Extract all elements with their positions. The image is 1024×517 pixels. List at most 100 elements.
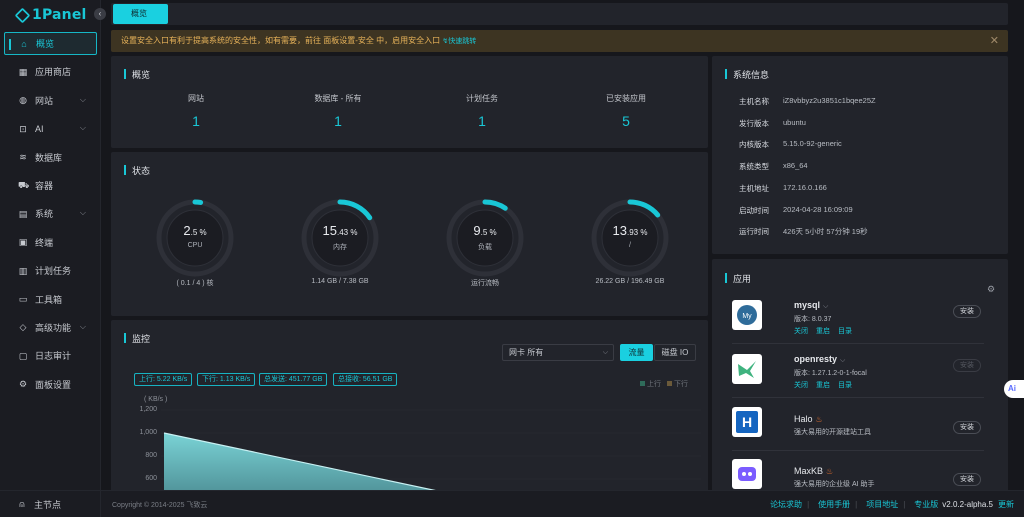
chevron-down-icon: ⌵ [602, 349, 608, 356]
app-version: 强大易用的企业级 AI 助手 [794, 481, 875, 488]
gauge-value: 13.93 % [589, 223, 671, 238]
app-action-link[interactable]: 目录 [838, 382, 852, 389]
sidebar-item[interactable]: ▭ 工具箱 [4, 288, 97, 311]
sysinfo-row: 发行版本 ubuntu [739, 118, 806, 129]
diamond-icon: ◇ [19, 322, 27, 333]
apps-settings-icon[interactable]: ⚙ [987, 284, 995, 295]
overview-stat[interactable]: 已安装应用 5 [561, 93, 691, 129]
tab-overview[interactable]: 概览 [113, 4, 168, 24]
app-item: MaxKB ♨ 强大易用的企业级 AI 助手 安装 [712, 455, 1007, 492]
robot-icon: ⊡ [19, 123, 27, 134]
toolbox-icon: ▭ [18, 294, 28, 305]
ai-assistant-button[interactable]: Ai [1004, 380, 1024, 398]
legend-item[interactable]: 下行 [667, 379, 688, 389]
sysinfo-row: 系统类型 x86_64 [739, 161, 808, 172]
mysql-icon[interactable]: My [732, 300, 762, 330]
svg-text:H: H [742, 414, 752, 430]
app-name[interactable]: MaxKB ♨ [794, 466, 833, 476]
app-install-button[interactable]: 安装 [953, 359, 981, 372]
upload-area-series [164, 433, 443, 492]
sysinfo-key: 系统类型 [739, 162, 769, 172]
status-gauge: 13.93 % / [589, 197, 671, 279]
overview-stat-value: 1 [334, 113, 342, 129]
sidebar-item[interactable]: ≋ 数据库 [4, 146, 97, 169]
legend-item[interactable]: 上行 [640, 379, 661, 389]
sysinfo-key: 主机地址 [739, 183, 769, 193]
y-axis-unit: ( KB/s ) [144, 396, 168, 403]
gauge-value-int: 9 [473, 223, 481, 238]
footer-link-project[interactable]: 项目地址 [866, 499, 898, 510]
sidebar-item-label: 应用商店 [35, 67, 72, 78]
version-label: v2.0.2-alpha.5 [942, 500, 993, 509]
app-install-button[interactable]: 安装 [953, 421, 981, 434]
footer-link-manual[interactable]: 使用手册 [818, 499, 850, 510]
app-name[interactable]: openresty ⌵ [794, 354, 845, 365]
collapse-sidebar-button[interactable]: ‹ [94, 8, 106, 20]
sidebar-item[interactable]: ▢ 日志审计 [4, 344, 97, 367]
node-switcher[interactable]: ⍝ 主节点 [0, 490, 101, 517]
app-item: openresty ⌵ 版本: 1.27.1.2-0-1-focal 关闭 重启 目录 安装 [712, 350, 1007, 404]
halo-icon[interactable]: H [732, 407, 762, 437]
notice-text: 设置安全入口有利于提高系统的安全性，如有需要，前往 面板设置-安全 中，启用安全… [121, 36, 441, 45]
traffic-button[interactable]: 流量 [620, 344, 653, 361]
gauge-label: CPU [187, 242, 203, 249]
gauge-value: 15.43 % [299, 223, 381, 238]
traffic-chart [161, 409, 701, 492]
app-action-link[interactable]: 关闭 [794, 382, 808, 389]
disk-io-button[interactable]: 磁盘 IO [654, 344, 696, 361]
openresty-icon[interactable] [732, 354, 762, 384]
maxkb-icon[interactable] [732, 459, 762, 489]
settings-icon: ⚙ [18, 379, 28, 390]
footer-separator: | [855, 500, 858, 509]
database-icon: ≋ [19, 152, 27, 163]
gauge-value-int: 13 [612, 223, 627, 238]
close-icon[interactable]: ✕ [990, 30, 999, 52]
notice-link[interactable]: ↯快速跳转 [442, 38, 476, 45]
sysinfo-key: 内核版本 [739, 140, 769, 150]
app-action-link[interactable]: 重启 [816, 382, 830, 389]
sidebar-item[interactable]: ⛟ 容器 [4, 174, 97, 197]
y-axis-tick: 1,200 [139, 406, 157, 413]
app-logo[interactable]: 1Panel [14, 6, 87, 24]
sidebar-item[interactable]: ◍ 网站 ⌵ [4, 89, 97, 112]
overview-stat[interactable]: 网站 1 [131, 93, 261, 129]
app-divider [732, 343, 984, 344]
nic-select[interactable]: 网卡 所有 ⌵ [502, 344, 614, 361]
gauge-footer: 运行流畅 [471, 280, 499, 287]
sysinfo-value: 5.15.0-92-generic [783, 139, 842, 149]
sidebar-item[interactable]: ▦ 应用商店 [4, 60, 97, 83]
gauge-label: 负载 [478, 244, 492, 251]
edition-label[interactable]: 专业版 [914, 499, 938, 510]
log-icon: ▢ [18, 350, 28, 361]
svg-text:My: My [742, 313, 752, 320]
overview-stat[interactable]: 计划任务 1 [417, 93, 547, 129]
app-action-link[interactable]: 重启 [816, 328, 830, 335]
sidebar-item[interactable]: ▤ 系统 ⌵ [4, 202, 97, 225]
legend-label: 下行 [674, 381, 688, 388]
app-name[interactable]: Halo ♨ [794, 414, 823, 424]
overview-stat[interactable]: 数据库 - 所有 1 [273, 93, 403, 129]
app-install-button[interactable]: 安装 [953, 305, 981, 318]
sidebar-item[interactable]: ⊡ AI ⌵ [4, 117, 97, 140]
overview-stat-label: 数据库 - 所有 [314, 94, 362, 103]
sidebar-item-label: 网站 [35, 95, 54, 106]
app-action-link[interactable]: 关闭 [794, 328, 808, 335]
app-name-label: mysql [794, 300, 821, 310]
overview-stat-value: 1 [478, 113, 486, 129]
app-install-button[interactable]: 安装 [953, 473, 981, 486]
sidebar-item[interactable]: ▥ 计划任务 [4, 259, 97, 282]
app-name[interactable]: mysql ⌵ [794, 300, 828, 311]
chevron-down-icon: ⌵ [79, 123, 86, 133]
openresty-logo [738, 361, 756, 378]
nic-select-value: 网卡 所有 [509, 348, 544, 357]
update-link[interactable]: 更新 [998, 499, 1014, 510]
home-icon: ⌂ [21, 38, 27, 49]
overview-title: 概览 [124, 68, 150, 81]
app-action-link[interactable]: 目录 [838, 328, 852, 335]
sidebar-item-label: 概览 [36, 39, 55, 49]
sidebar-item[interactable]: ◇ 高级功能 ⌵ [4, 316, 97, 339]
sidebar-item[interactable]: ⚙ 面板设置 [4, 373, 97, 396]
footer-link-forum[interactable]: 论坛求助 [770, 499, 802, 510]
sidebar-item[interactable]: ⌂ 概览 [4, 32, 97, 55]
sidebar-item[interactable]: ▣ 终端 [4, 231, 97, 254]
